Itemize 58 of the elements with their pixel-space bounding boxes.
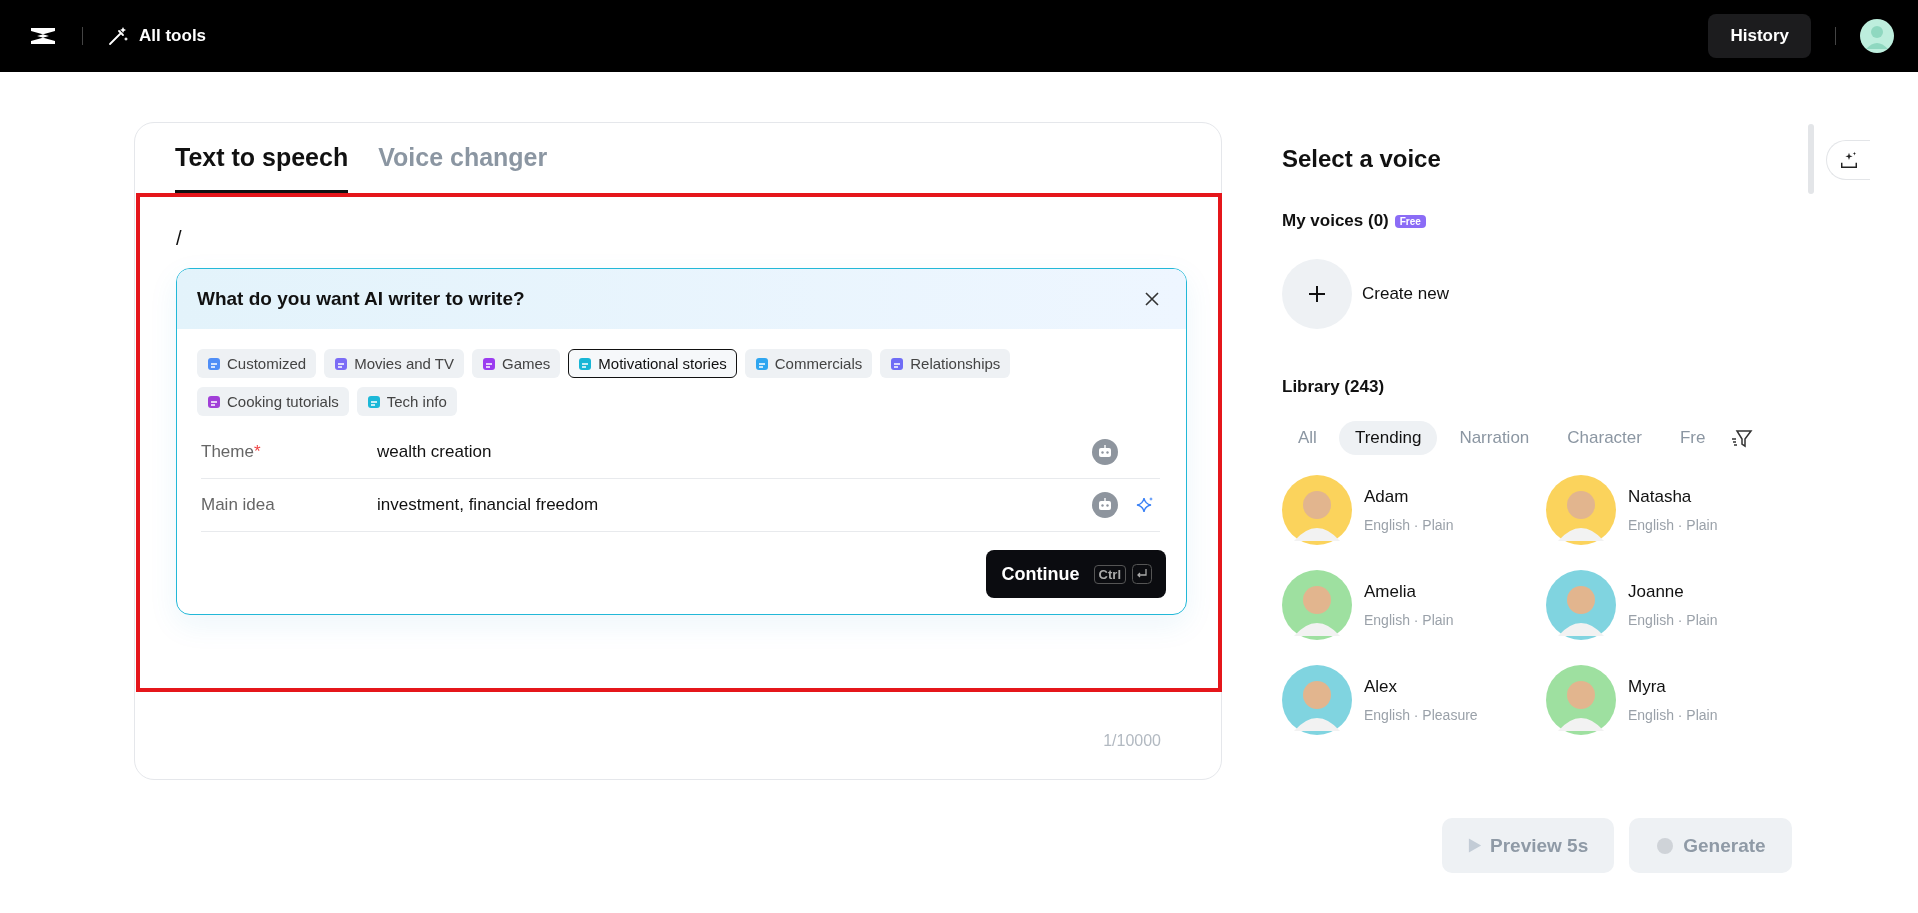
voice-name: Adam: [1364, 487, 1410, 508]
panel-title: Select a voice: [1282, 144, 1441, 174]
category-chip[interactable]: Cooking tutorials: [197, 387, 349, 416]
voice-name: Alex: [1364, 677, 1399, 698]
category-chip[interactable]: Games: [472, 349, 561, 378]
editor-text[interactable]: /: [176, 227, 182, 250]
sparkle-tray-icon: [1838, 150, 1859, 170]
category-chip[interactable]: Motivational stories: [568, 349, 737, 378]
voice-name: Myra: [1628, 677, 1667, 698]
category-chip[interactable]: Movies and TV: [324, 349, 464, 378]
play-icon: [1468, 837, 1482, 855]
panel-title: What do you want AI writer to write?: [197, 288, 525, 310]
character-counter: 1/10000: [1103, 732, 1161, 750]
category-chip[interactable]: Tech info: [356, 387, 457, 416]
voice-description: English · Pleasure: [1364, 707, 1478, 724]
create-new-label[interactable]: Create new: [1362, 284, 1449, 305]
required-mark: *: [253, 442, 261, 461]
voice-item[interactable]: Alex English · Pleasure: [1282, 665, 1546, 736]
input-field[interactable]: investment, financial freedom: [377, 495, 1092, 515]
section-heading: Library (243): [1282, 377, 1385, 398]
voice-item[interactable]: Joanne English · Plain: [1546, 570, 1786, 641]
field-label: Main idea: [201, 495, 276, 515]
voice-description: English · Plain: [1628, 517, 1718, 534]
sparkle-icon[interactable]: [1136, 496, 1154, 514]
category-chip[interactable]: Relationships: [880, 349, 1011, 378]
user-avatar-icon[interactable]: [1860, 19, 1894, 53]
voice-item[interactable]: Amelia English · Plain: [1282, 570, 1546, 641]
voice-item[interactable]: Natasha English · Plain: [1546, 475, 1786, 546]
voice-name: Joanne: [1628, 582, 1685, 603]
all-tools-button[interactable]: All tools: [107, 25, 207, 47]
history-button[interactable]: History: [1708, 14, 1811, 58]
filter-icon[interactable]: [1731, 427, 1754, 450]
robot-icon[interactable]: [1092, 492, 1118, 518]
plus-icon: [1307, 284, 1327, 305]
orb-icon: [1655, 835, 1676, 856]
shortcut-key: Ctrl: [1093, 564, 1126, 584]
enter-key-icon: [1132, 564, 1152, 584]
voice-name: Amelia: [1364, 582, 1417, 603]
voice-description: English · Plain: [1364, 517, 1454, 534]
tab[interactable]: Text to speech: [175, 143, 349, 193]
free-badge: Free: [1394, 214, 1426, 228]
voice-item[interactable]: Adam English · Plain: [1282, 475, 1546, 546]
input-field[interactable]: wealth creation: [377, 442, 1092, 462]
continue-button[interactable]: Continue Ctrl: [985, 550, 1166, 598]
voice-item[interactable]: Myra English · Plain: [1546, 665, 1786, 736]
filter-tab[interactable]: Trending: [1338, 421, 1438, 456]
ai-tool-button[interactable]: [1826, 140, 1870, 180]
robot-icon[interactable]: [1092, 439, 1118, 465]
voice-name: Natasha: [1628, 487, 1693, 508]
voice-description: English · Plain: [1628, 707, 1718, 724]
magic-wand-icon: [107, 25, 129, 47]
section-heading: My voices (0): [1282, 211, 1389, 232]
close-icon[interactable]: [1144, 291, 1160, 307]
voice-description: English · Plain: [1364, 612, 1454, 629]
voice-description: English · Plain: [1628, 612, 1718, 629]
field-label: Theme*: [201, 442, 262, 462]
category-chip[interactable]: Commercials: [744, 349, 873, 378]
category-chip[interactable]: Customized: [197, 349, 317, 378]
